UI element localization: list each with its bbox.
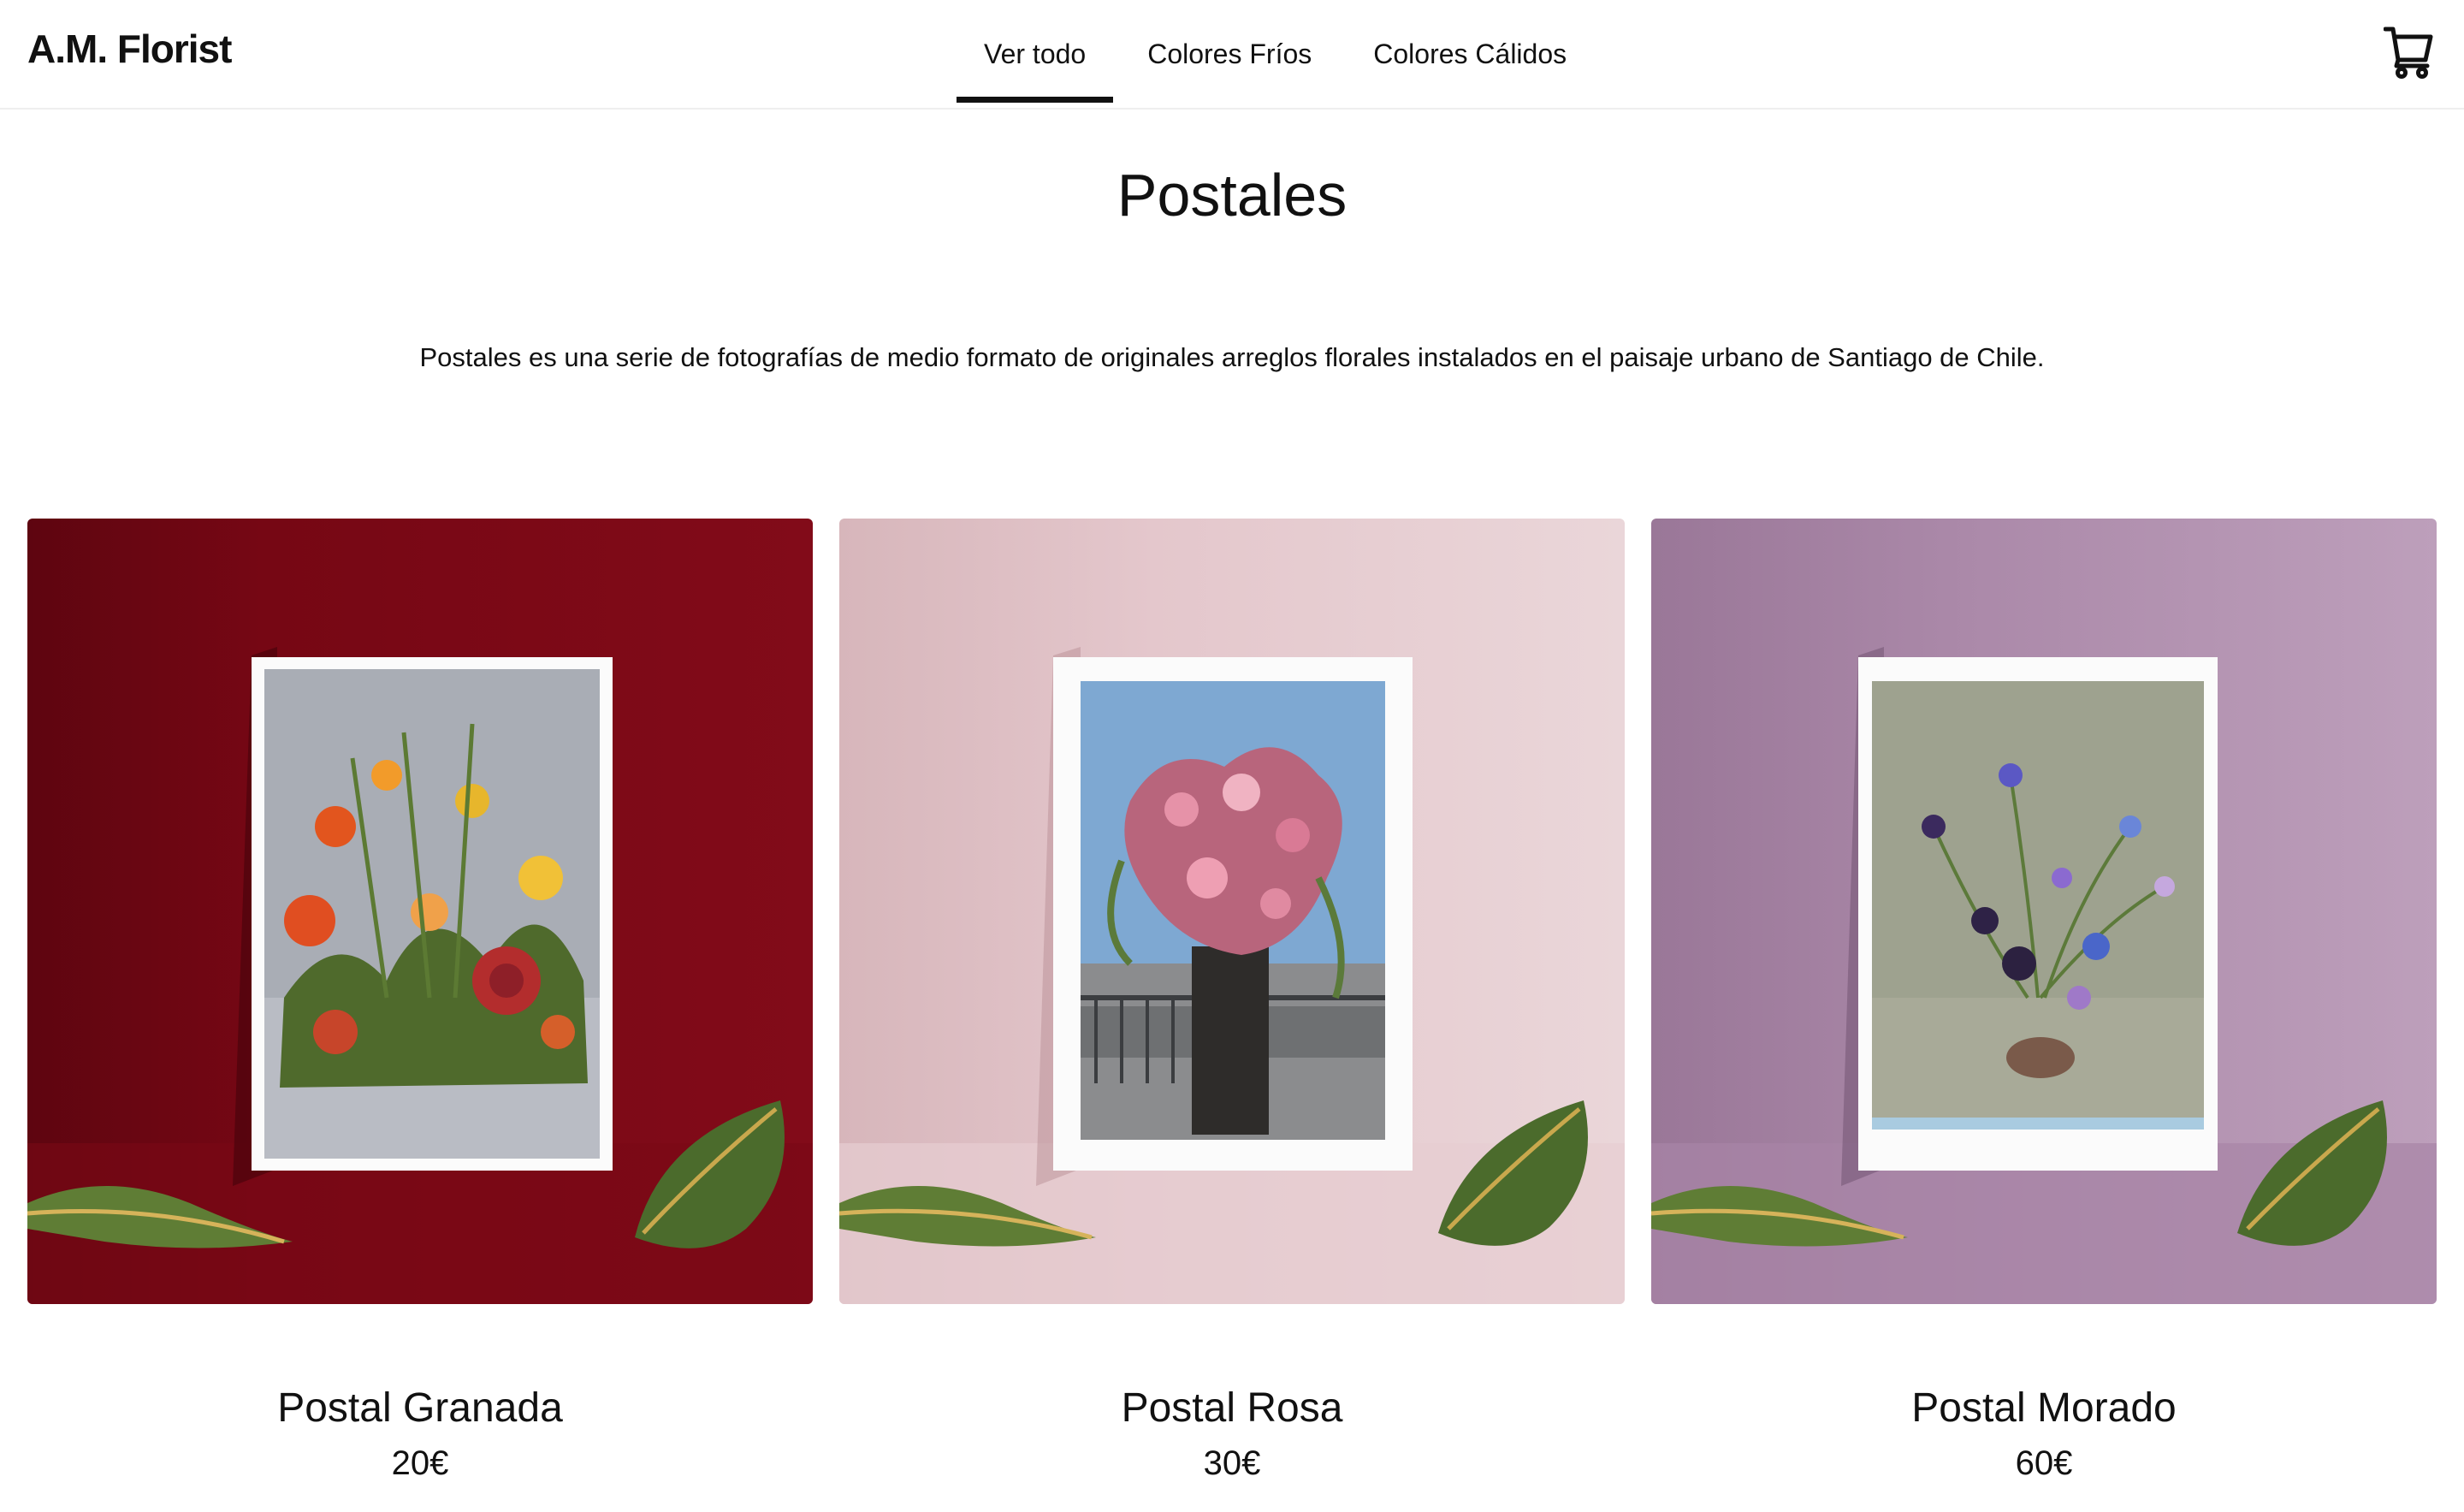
category-nav: Ver todo Colores Fríos Colores Cálidos [957, 0, 1594, 108]
product-image-morado[interactable] [1651, 519, 2437, 1304]
nav-tab-ver-todo[interactable]: Ver todo [957, 0, 1114, 103]
product-card-granada: Postal Granada 20€ [27, 519, 813, 1482]
product-name[interactable]: Postal Granada [27, 1385, 813, 1432]
product-price: 30€ [1203, 1444, 1261, 1482]
product-image-granada[interactable] [27, 519, 813, 1304]
brand-logo[interactable]: A.M. Florist [27, 26, 232, 72]
nav-tab-colores-calidos[interactable]: Colores Cálidos [1344, 0, 1594, 103]
product-card-rosa: Postal Rosa 30€ [839, 519, 1625, 1482]
product-card-morado: Postal Morado 60€ [1651, 519, 2437, 1482]
product-price: 20€ [391, 1444, 449, 1482]
product-name[interactable]: Postal Morado [1651, 1385, 2437, 1432]
page-title: Postales [1116, 162, 1348, 228]
product-price: 60€ [2015, 1444, 2073, 1482]
collection-description: Postales es una serie de fotografías de … [419, 342, 2045, 372]
nav-tab-colores-frios[interactable]: Colores Fríos [1113, 0, 1344, 103]
top-navigation-bar: A.M. Florist Ver todo Colores Fríos Colo… [0, 0, 2464, 110]
product-image-rosa[interactable] [839, 519, 1625, 1304]
product-name[interactable]: Postal Rosa [839, 1385, 1625, 1432]
cart-icon[interactable] [2383, 26, 2433, 79]
